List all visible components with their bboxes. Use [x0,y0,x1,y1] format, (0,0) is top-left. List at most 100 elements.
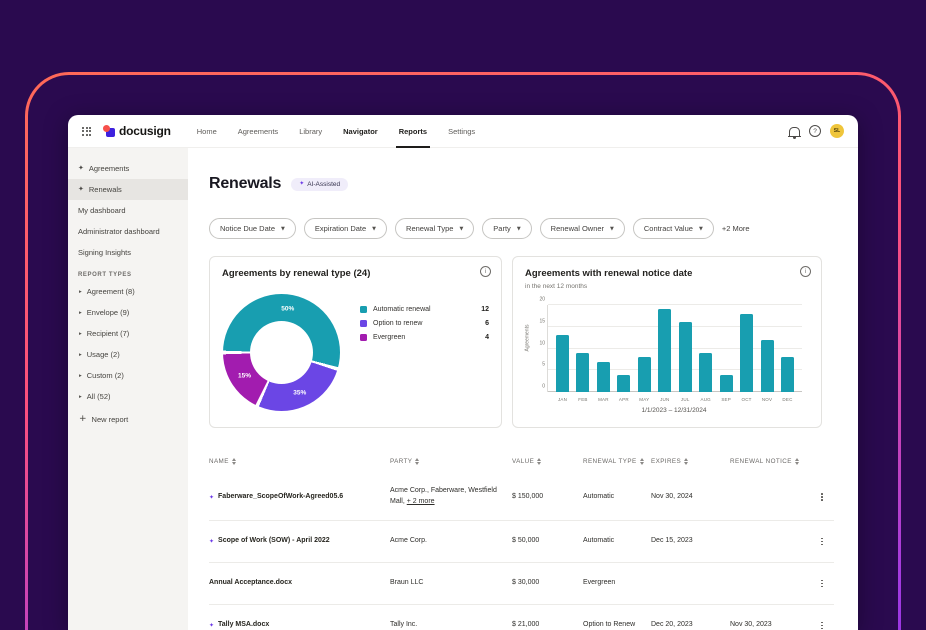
docusign-logo-mark-icon [103,125,115,137]
row-actions-kebab-icon[interactable] [816,538,828,546]
kebab-dot [821,496,823,498]
filter-party[interactable]: Party▼ [482,218,531,239]
filter-notice-due-date[interactable]: Notice Due Date▼ [209,218,296,239]
sidebar: ✦Agreements✦RenewalsMy dashboardAdminist… [68,148,188,630]
table-row[interactable]: Annual Acceptance.docxBraun LLC$ 30,000E… [209,563,834,605]
docusign-logo[interactable]: docusign [103,124,171,138]
report-type-label: Envelope (9) [87,308,130,317]
column-header-renewal-notice[interactable]: RENEWAL NOTICE [730,458,816,465]
x-tick-label: APR [619,397,629,402]
chevron-right-icon: ▸ [79,394,82,400]
report-type-all-52[interactable]: ▸ All (52) [68,386,188,407]
x-tick-label: DEC [782,397,792,402]
tab-agreements[interactable]: Agreements [238,115,278,148]
bar-jul: JUL [679,305,692,392]
report-type-envelope-9[interactable]: ▸Envelope (9) [68,302,188,323]
bar-rect [740,314,753,392]
chevron-right-icon: ▸ [79,289,82,295]
app-grid-icon[interactable] [82,127,91,136]
main-content: Renewals ✦ AI-Assisted Notice Due Date▼E… [188,148,858,630]
renewal-type-card-title: Agreements by renewal type (24) [222,268,370,279]
info-icon[interactable] [480,266,491,277]
sort-icon [537,458,541,465]
sidebar-item-administrator-dashboard[interactable]: Administrator dashboard [68,221,188,242]
tab-settings[interactable]: Settings [448,115,475,148]
sidebar-item-agreements[interactable]: ✦Agreements [68,158,188,179]
title-row: Renewals ✦ AI-Assisted [209,175,858,193]
legend-value: 6 [485,320,489,327]
tab-library[interactable]: Library [299,115,322,148]
report-type-recipient-7[interactable]: ▸Recipient (7) [68,323,188,344]
filter-label: Contract Value [644,224,693,233]
chevron-right-icon: ▸ [79,352,82,358]
ai-assisted-label: AI-Assisted [307,181,340,188]
sort-down-arrow [415,462,419,465]
y-tick-label: 15 [534,318,545,324]
legend-value: 4 [485,334,489,341]
filter-renewal-owner[interactable]: Renewal Owner▼ [540,218,625,239]
filter-renewal-type[interactable]: Renewal Type▼ [395,218,474,239]
renewal-type-cell: Automatic [583,492,651,503]
bar-dec: DEC [781,305,794,392]
donut-hole [250,321,313,384]
x-tick-label: MAR [598,397,609,402]
notification-bell-icon[interactable] [789,127,800,136]
renewal-type-cell: Automatic [583,536,651,547]
bar-rect [761,340,774,392]
sidebar-item-signing-insights[interactable]: Signing Insights [68,242,188,263]
sort-down-arrow [684,462,688,465]
table-header: NAMEPARTYVALUERENEWAL TYPEEXPIRESRENEWAL… [209,448,834,474]
logo-text: docusign [119,124,171,138]
tab-reports[interactable]: Reports [399,115,427,148]
renewal-notice-card-subtitle: in the next 12 months [525,283,587,290]
report-type-label: All (52) [87,392,111,401]
filter-label: Notice Due Date [220,224,275,233]
donut-legend: Automatic renewal12Option to renew6Everg… [360,302,489,344]
filter-expiration-date[interactable]: Expiration Date▼ [304,218,387,239]
column-header-expires[interactable]: EXPIRES [651,458,730,465]
column-header-name[interactable]: NAME [209,458,390,465]
more-filters-button[interactable]: +2 More [722,224,750,233]
avatar[interactable]: SL [830,124,844,138]
info-icon[interactable] [800,266,811,277]
column-header-party[interactable]: PARTY [390,458,512,465]
sidebar-item-my-dashboard[interactable]: My dashboard [68,200,188,221]
bar-sep: SEP [720,305,733,392]
renewal-notice-card: Agreements with renewal notice date in t… [512,256,822,428]
more-parties-link[interactable]: + 2 more [407,498,435,505]
agreements-table: NAMEPARTYVALUERENEWAL TYPEEXPIRESRENEWAL… [209,448,834,630]
tab-home[interactable]: Home [197,115,217,148]
tab-navigator[interactable]: Navigator [343,115,378,148]
new-report-button[interactable]: + New report [68,409,188,430]
table-row[interactable]: ✦Tally MSA.docxTally Inc.$ 21,000Option … [209,605,834,630]
sort-icon [232,458,236,465]
report-type-agreement-8[interactable]: ▸Agreement (8) [68,281,188,302]
kebab-dot [821,493,823,495]
ai-sparkle-icon: ✦ [209,621,214,630]
row-actions-kebab-icon[interactable] [816,580,828,588]
ai-sparkle-icon: ✦ [299,181,304,187]
column-header-value[interactable]: VALUE [512,458,583,465]
legend-item-evergreen: Evergreen4 [360,330,489,344]
party-cell: Acme Corp., Faberware, Westfield Mall, +… [390,486,512,508]
kebab-dot [821,499,823,501]
sidebar-item-renewals[interactable]: ✦Renewals [68,179,188,200]
sort-icon [684,458,688,465]
help-icon[interactable] [809,125,821,137]
row-actions-kebab-icon[interactable] [816,622,828,630]
value-cell: $ 30,000 [512,578,583,589]
table-row[interactable]: ✦Scope of Work (SOW) - April 2022Acme Co… [209,521,834,563]
sort-down-arrow [795,462,799,465]
column-header-renewal-type[interactable]: RENEWAL TYPE [583,458,651,465]
report-type-custom-2[interactable]: ▸Custom (2) [68,365,188,386]
report-type-usage-2[interactable]: ▸Usage (2) [68,344,188,365]
bar-mar: MAR [597,305,610,392]
chevron-down-icon: ▼ [459,226,463,232]
renewal-notice-card-title: Agreements with renewal notice date [525,268,692,279]
y-axis-label: Agreements [524,325,530,352]
row-actions-kebab-icon[interactable] [816,493,828,501]
sidebar-item-label: Signing Insights [78,248,131,257]
filter-contract-value[interactable]: Contract Value▼ [633,218,714,239]
legend-item-option-to-renew: Option to renew6 [360,316,489,330]
table-row[interactable]: ✦Faberware_ScopeOfWork-Agreed05.6Acme Co… [209,474,834,521]
